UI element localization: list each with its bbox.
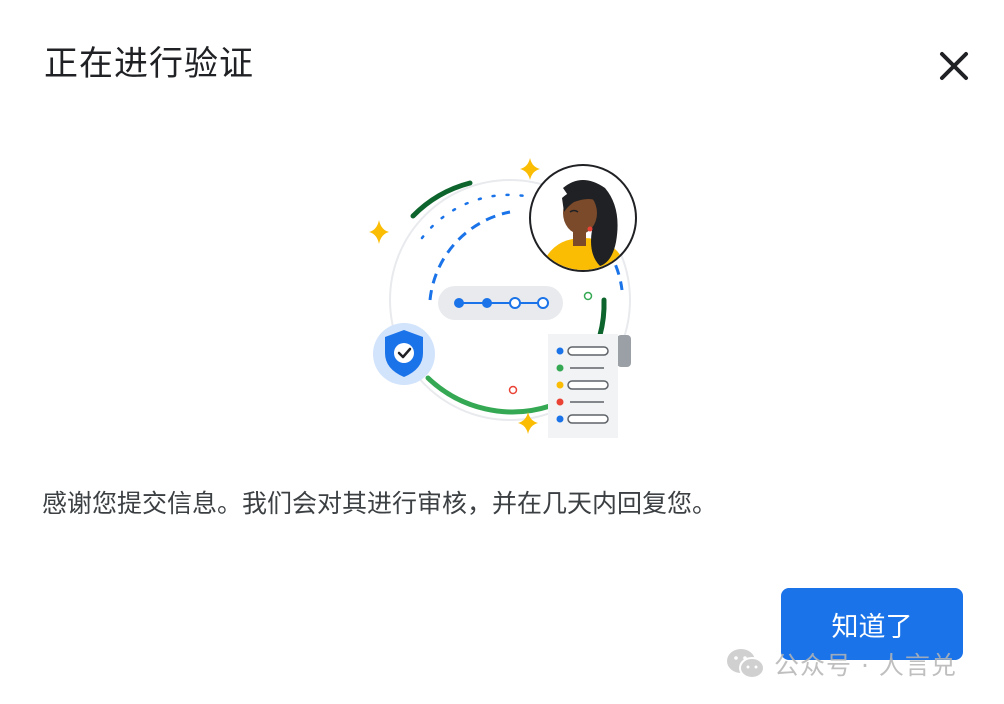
verification-dialog: 正在进行验证 感谢您提交信息。我们会对其进行审核，并在几天内回复您。 知道了 公… bbox=[0, 0, 1004, 704]
close-icon bbox=[940, 52, 968, 80]
sparkle-icon bbox=[369, 220, 389, 244]
small-red-circle bbox=[508, 385, 518, 395]
dialog-title: 正在进行验证 bbox=[44, 44, 254, 84]
sparkle-icon bbox=[518, 412, 538, 434]
sparkle-icon bbox=[520, 158, 540, 180]
avatar-icon bbox=[529, 164, 637, 272]
watermark-text: 公众号 · 人言兑 bbox=[774, 651, 957, 680]
dark-green-arc bbox=[410, 180, 473, 219]
small-green-circle bbox=[583, 291, 593, 301]
dark-green-arc-right bbox=[597, 297, 607, 338]
progress-steps-icon bbox=[438, 286, 563, 320]
green-arc bbox=[425, 375, 553, 415]
document-list-icon bbox=[548, 334, 631, 438]
watermark: 公众号 · 人言兑 bbox=[726, 642, 957, 686]
dotted-arc bbox=[420, 193, 527, 240]
shield-check-icon bbox=[373, 323, 435, 385]
dialog-message: 感谢您提交信息。我们会对其进行审核，并在几天内回复您。 bbox=[42, 489, 718, 518]
close-button[interactable] bbox=[930, 42, 978, 90]
verification-illustration bbox=[360, 150, 650, 445]
wechat-icon bbox=[727, 649, 765, 679]
